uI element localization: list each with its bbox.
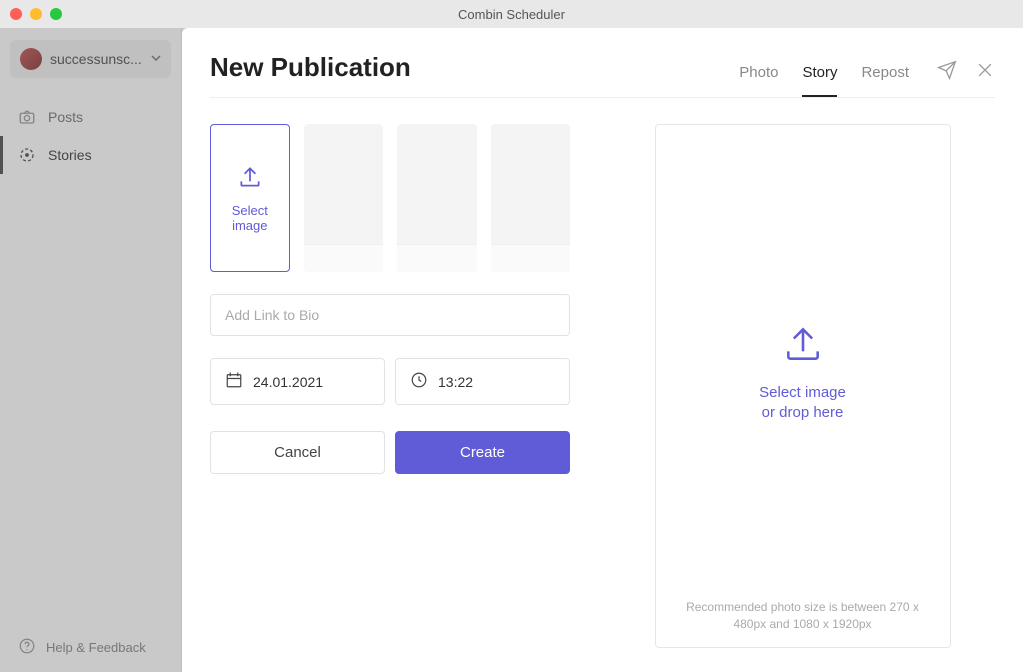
help-icon [18, 637, 36, 658]
image-slot-empty[interactable] [304, 124, 383, 272]
new-publication-panel: New Publication Photo Story Repost [182, 28, 1023, 672]
window-title: Combin Scheduler [0, 7, 1023, 22]
link-to-bio-input[interactable] [210, 294, 570, 336]
select-image-slot[interactable]: Select image [210, 124, 290, 272]
camera-icon [18, 108, 36, 126]
clock-icon [410, 371, 428, 392]
upload-icon [781, 322, 825, 369]
chevron-down-icon [151, 52, 161, 66]
account-switcher[interactable]: successunsc... [10, 40, 171, 78]
calendar-icon [225, 371, 243, 392]
story-icon [18, 146, 36, 164]
close-icon[interactable] [975, 60, 995, 83]
sidebar-item-label: Stories [48, 147, 92, 163]
help-feedback-link[interactable]: Help & Feedback [0, 623, 181, 672]
story-preview-dropzone[interactable]: Select image or drop here Recommended ph… [655, 124, 951, 648]
preview-size-note: Recommended photo size is between 270 x … [674, 599, 932, 633]
panel-title: New Publication [210, 52, 739, 97]
preview-line-2: or drop here [759, 403, 846, 423]
date-value: 24.01.2021 [253, 374, 323, 390]
upload-icon [237, 164, 263, 193]
tab-photo[interactable]: Photo [739, 64, 778, 97]
slot-label-2: image [232, 218, 268, 233]
sidebar: successunsc... Posts Stories [0, 28, 182, 672]
image-slot-empty[interactable] [397, 124, 476, 272]
sidebar-item-label: Posts [48, 109, 83, 125]
create-button[interactable]: Create [395, 431, 570, 474]
send-icon[interactable] [937, 60, 957, 83]
cancel-button[interactable]: Cancel [210, 431, 385, 474]
window-titlebar: Combin Scheduler [0, 0, 1023, 28]
tab-story[interactable]: Story [802, 64, 837, 97]
sidebar-item-stories[interactable]: Stories [0, 136, 181, 174]
time-value: 13:22 [438, 374, 473, 390]
avatar [20, 48, 42, 70]
time-input[interactable]: 13:22 [395, 358, 570, 405]
tab-repost[interactable]: Repost [861, 64, 909, 97]
sidebar-item-posts[interactable]: Posts [0, 98, 181, 136]
preview-line-1: Select image [759, 383, 846, 403]
date-input[interactable]: 24.01.2021 [210, 358, 385, 405]
slot-label-1: Select [232, 203, 268, 218]
image-slot-empty[interactable] [491, 124, 570, 272]
account-name: successunsc... [50, 51, 143, 67]
help-label: Help & Feedback [46, 640, 146, 655]
